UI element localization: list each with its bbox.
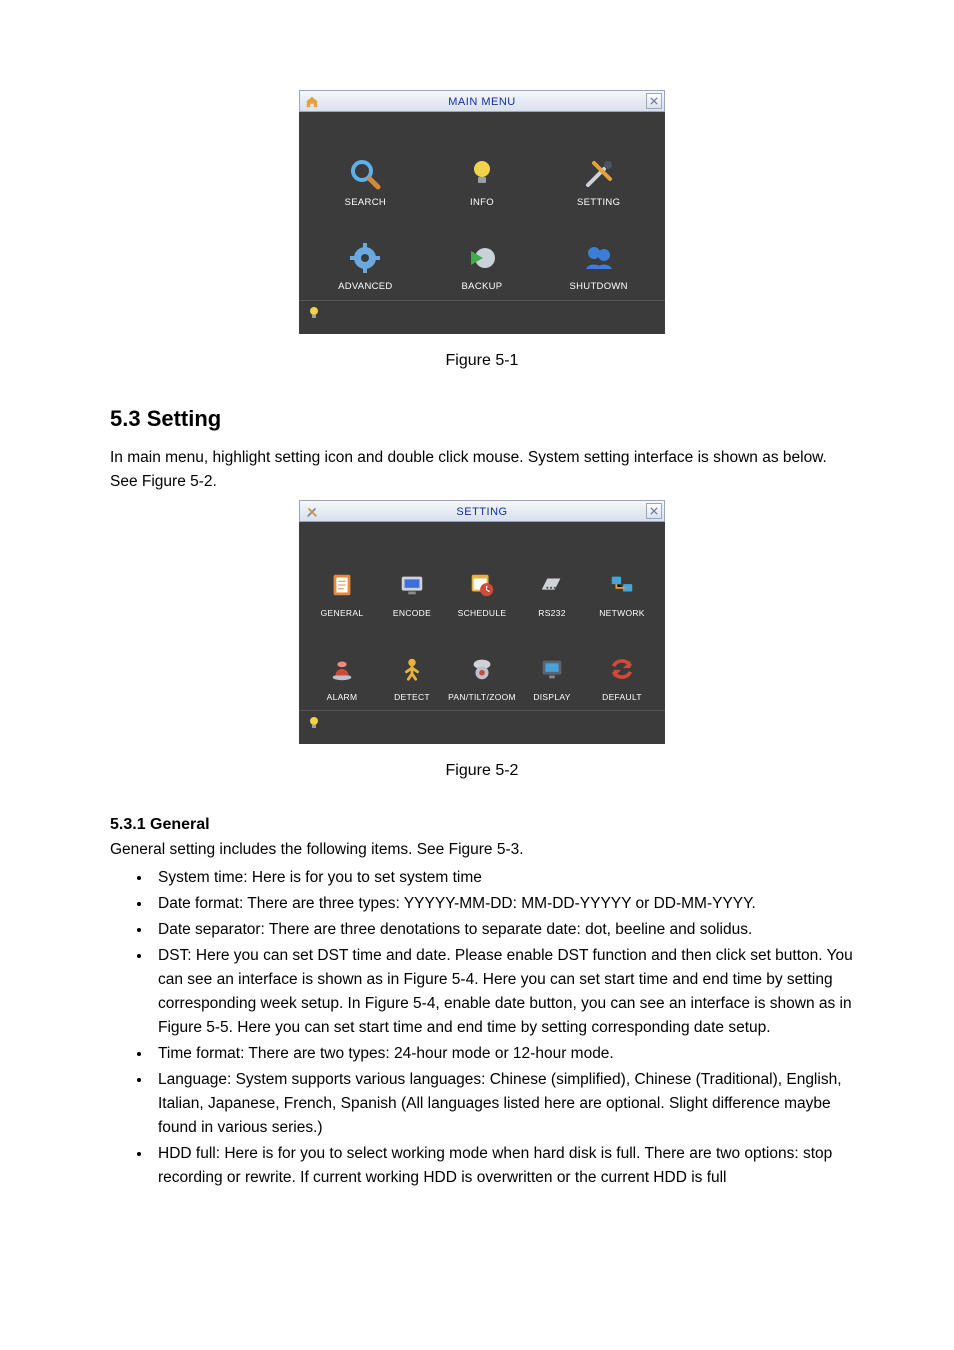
display-icon <box>535 652 569 686</box>
list-item: System time: Here is for you to set syst… <box>152 866 854 890</box>
setting-window: SETTING GENERAL <box>299 500 665 744</box>
menu-label: DETECT <box>394 692 430 702</box>
figure-5-1: MAIN MENU SEARCH <box>110 90 854 370</box>
main-menu-grid: SEARCH INFO SETTING <box>307 130 657 292</box>
encode-item[interactable]: ENCODE <box>377 540 447 618</box>
window-title: MAIN MENU <box>300 91 664 113</box>
menu-label: SEARCH <box>345 197 386 208</box>
section-heading: 5.3 Setting <box>110 406 854 432</box>
window-title: SETTING <box>300 501 664 523</box>
window-titlebar: MAIN MENU <box>299 90 665 112</box>
window-titlebar: SETTING <box>299 500 665 522</box>
clipboard-icon <box>325 568 359 602</box>
house-icon <box>304 94 320 110</box>
general-bullet-list: System time: Here is for you to set syst… <box>110 866 854 1190</box>
magnifier-icon <box>348 157 382 191</box>
menu-label: INFO <box>470 197 494 208</box>
menu-label: ENCODE <box>393 608 431 618</box>
advanced-item[interactable]: ADVANCED <box>307 214 424 292</box>
window-body: SEARCH INFO SETTING <box>299 112 665 300</box>
lightbulb-hint-icon <box>307 716 321 733</box>
calendar-clock-icon <box>465 568 499 602</box>
list-item: Language: System supports various langua… <box>152 1068 854 1140</box>
menu-label: SCHEDULE <box>458 608 507 618</box>
tools-icon <box>582 157 616 191</box>
figure-5-2: SETTING GENERAL <box>110 500 854 780</box>
window-body: GENERAL ENCODE SCHEDULE <box>299 522 665 710</box>
list-item: Date separator: There are three denotati… <box>152 918 854 942</box>
alarm-light-icon <box>325 652 359 686</box>
menu-label: ADVANCED <box>338 281 392 292</box>
detect-item[interactable]: DETECT <box>377 624 447 702</box>
menu-label: PAN/TILT/ZOOM <box>448 692 516 702</box>
play-disk-icon <box>465 241 499 275</box>
list-item: DST: Here you can set DST time and date.… <box>152 944 854 1040</box>
shutdown-item[interactable]: SHUTDOWN <box>540 214 657 292</box>
gear-icon <box>348 241 382 275</box>
serial-port-icon <box>535 568 569 602</box>
setting-item[interactable]: SETTING <box>540 130 657 208</box>
bulb-icon <box>465 157 499 191</box>
subsection-intro: General setting includes the following i… <box>110 838 854 862</box>
ptz-item[interactable]: PAN/TILT/ZOOM <box>447 624 517 702</box>
search-item[interactable]: SEARCH <box>307 130 424 208</box>
menu-label: DISPLAY <box>533 692 570 702</box>
info-item[interactable]: INFO <box>424 130 541 208</box>
list-item: Time format: There are two types: 24-hou… <box>152 1042 854 1066</box>
figure-caption: Figure 5-1 <box>110 352 854 370</box>
main-menu-window: MAIN MENU SEARCH <box>299 90 665 334</box>
network-icon <box>605 568 639 602</box>
ptz-camera-icon <box>465 652 499 686</box>
menu-label: SETTING <box>577 197 620 208</box>
figure-caption: Figure 5-2 <box>110 762 854 780</box>
list-item: HDD full: Here is for you to select work… <box>152 1142 854 1190</box>
window-footer <box>299 300 665 334</box>
menu-label: DEFAULT <box>602 692 642 702</box>
schedule-item[interactable]: SCHEDULE <box>447 540 517 618</box>
menu-label: ALARM <box>327 692 358 702</box>
tools-small-icon <box>304 504 320 520</box>
menu-label: BACKUP <box>462 281 503 292</box>
network-item[interactable]: NETWORK <box>587 540 657 618</box>
menu-label: SHUTDOWN <box>569 281 627 292</box>
menu-label: RS232 <box>538 608 566 618</box>
motion-person-icon <box>395 652 429 686</box>
menu-label: NETWORK <box>599 608 645 618</box>
subsection-heading: 5.3.1 General <box>110 816 854 834</box>
list-item: Date format: There are three types: YYYY… <box>152 892 854 916</box>
section-intro: In main menu, highlight setting icon and… <box>110 446 854 494</box>
reset-arrows-icon <box>605 652 639 686</box>
window-footer <box>299 710 665 744</box>
rs232-item[interactable]: RS232 <box>517 540 587 618</box>
close-button[interactable] <box>646 503 662 519</box>
close-button[interactable] <box>646 93 662 109</box>
document-page: MAIN MENU SEARCH <box>0 0 954 1252</box>
setting-grid: GENERAL ENCODE SCHEDULE <box>307 540 657 702</box>
menu-label: GENERAL <box>321 608 364 618</box>
backup-item[interactable]: BACKUP <box>424 214 541 292</box>
general-item[interactable]: GENERAL <box>307 540 377 618</box>
monitor-icon <box>395 568 429 602</box>
power-users-icon <box>582 241 616 275</box>
lightbulb-hint-icon <box>307 306 321 323</box>
display-item[interactable]: DISPLAY <box>517 624 587 702</box>
default-item[interactable]: DEFAULT <box>587 624 657 702</box>
alarm-item[interactable]: ALARM <box>307 624 377 702</box>
